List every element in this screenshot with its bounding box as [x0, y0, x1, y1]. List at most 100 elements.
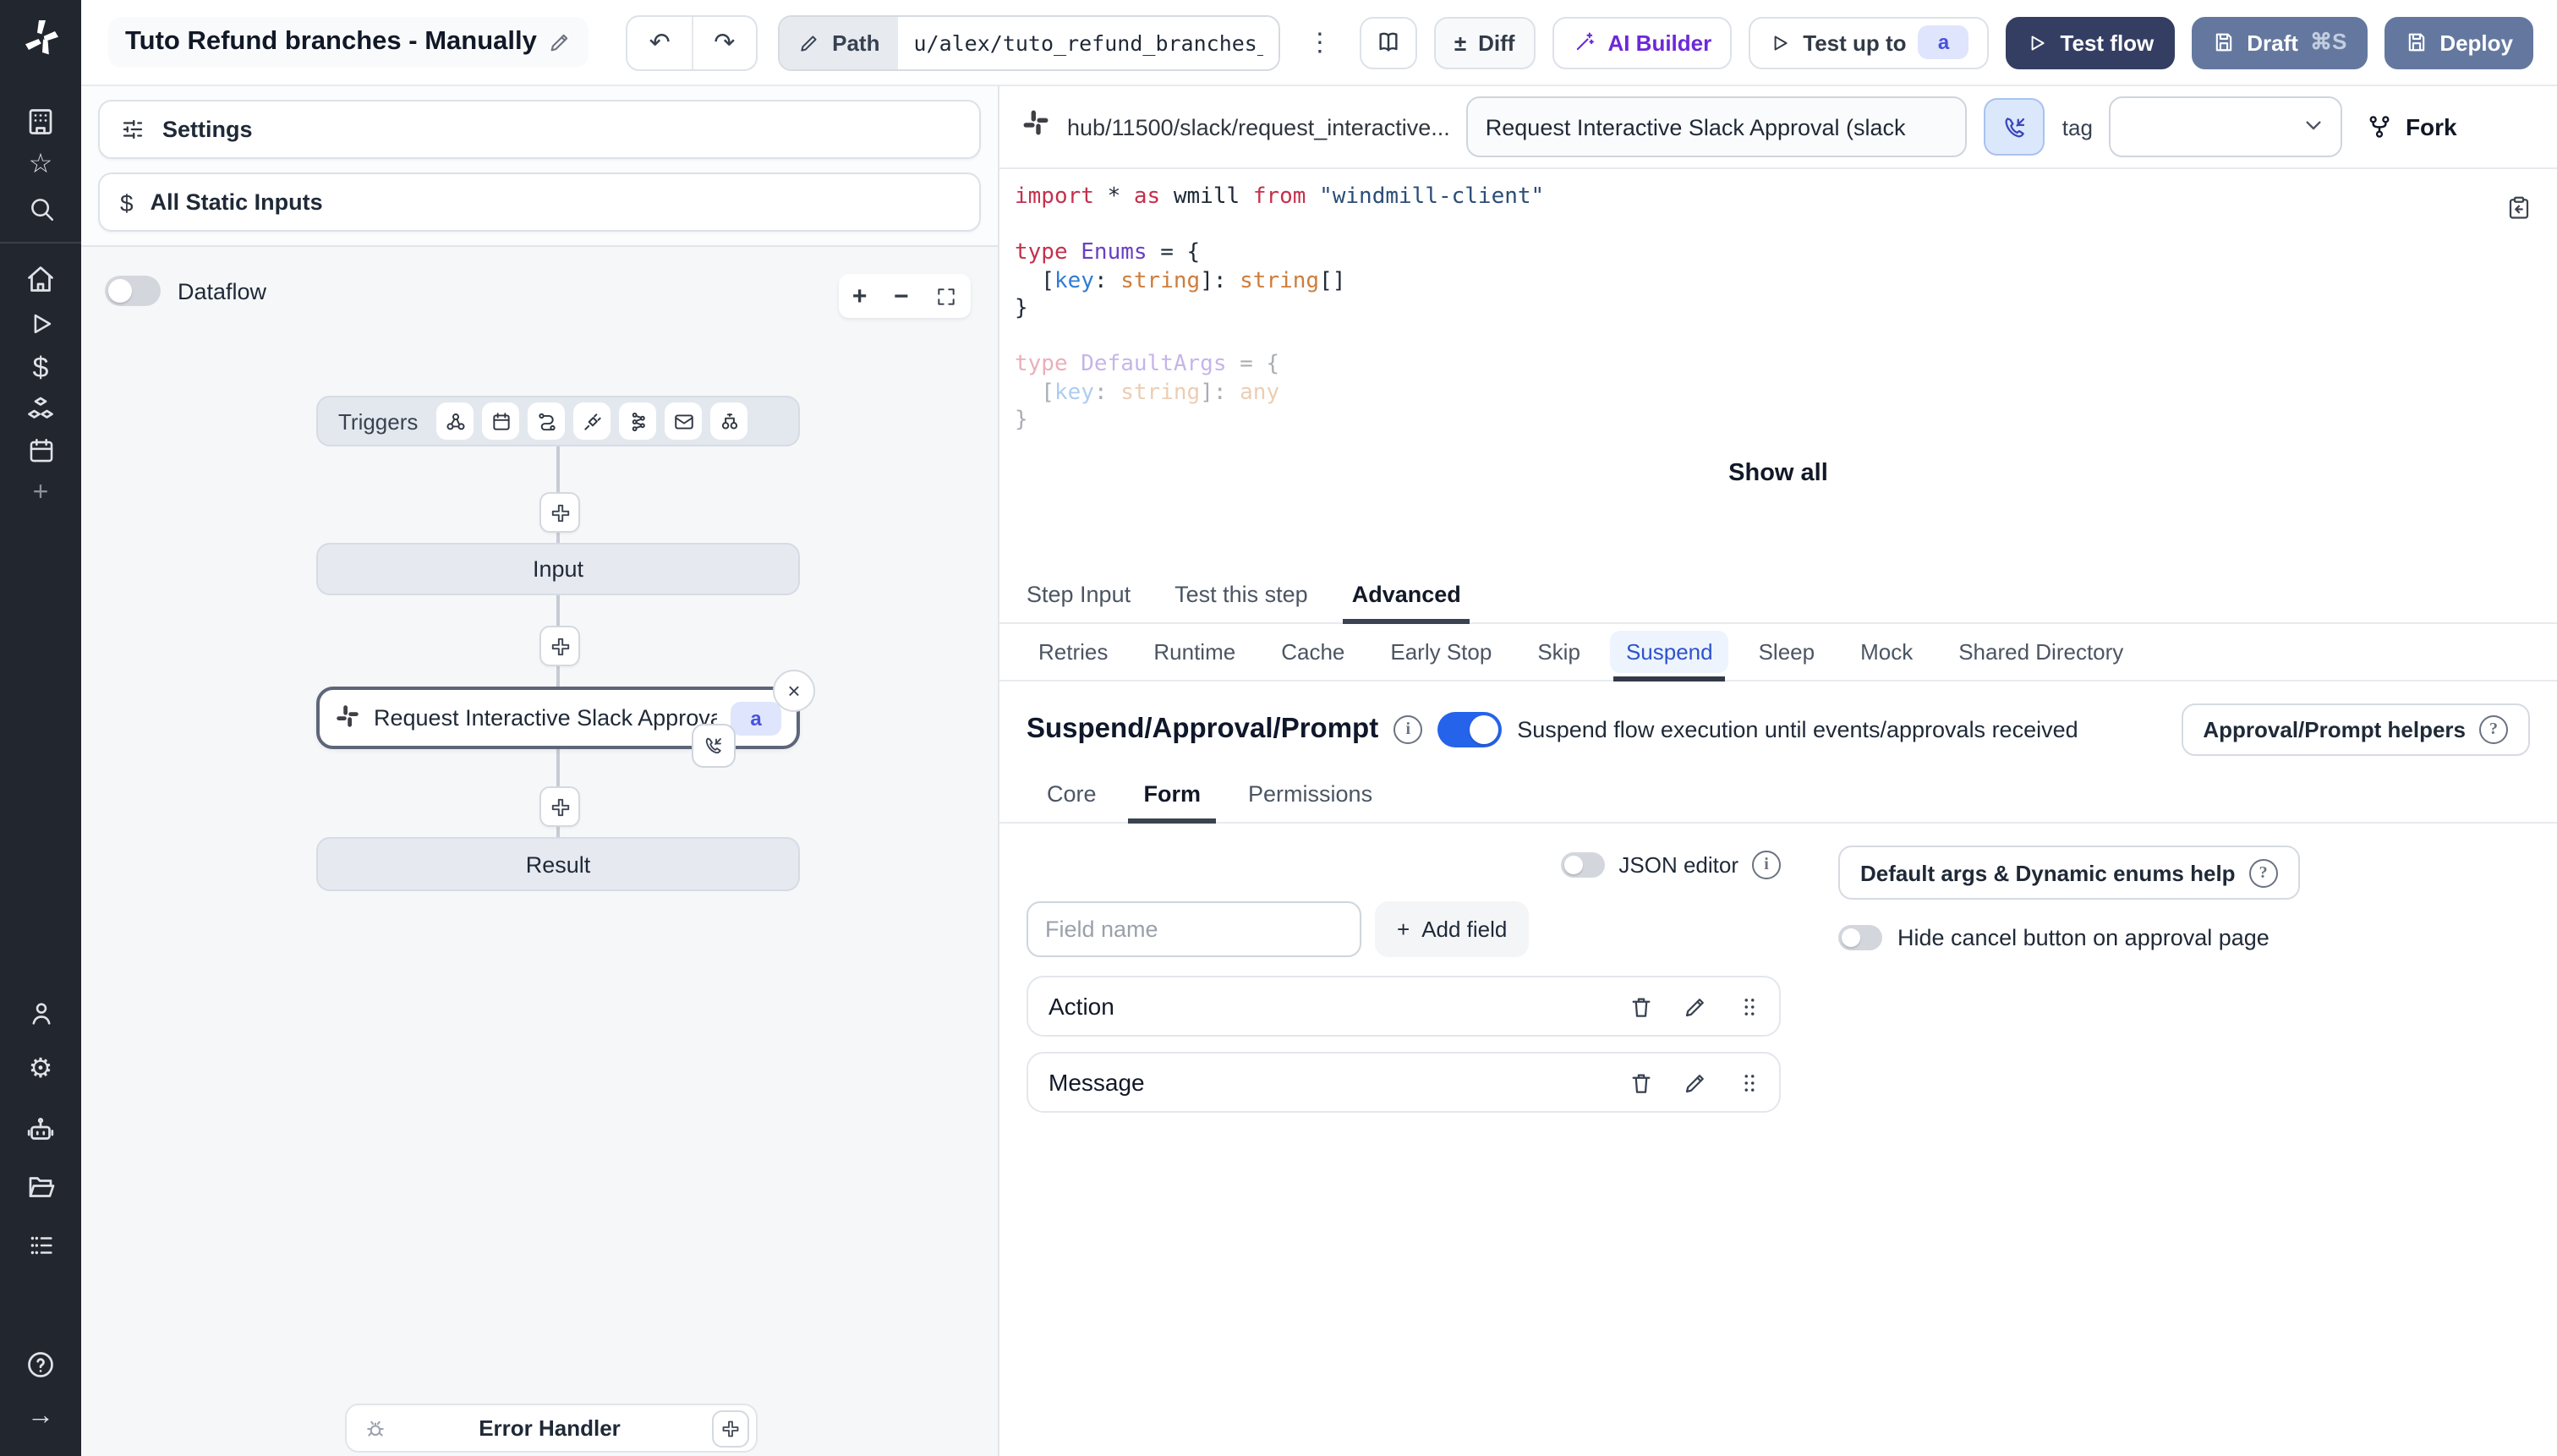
subtab-sleep[interactable]: Sleep — [1747, 624, 1827, 680]
insert-step-button[interactable] — [539, 492, 580, 533]
show-all-button[interactable]: Show all — [999, 440, 2557, 507]
suspend-phone-toggle-button[interactable] — [1984, 98, 2045, 156]
error-handler-node[interactable]: Error Handler — [345, 1404, 758, 1453]
book-icon — [1379, 32, 1398, 52]
script-hub-path[interactable]: hub/11500/slack/request_interactive... — [1067, 114, 1450, 140]
subtab-runtime[interactable]: Runtime — [1142, 624, 1247, 680]
http-route-trigger-icon[interactable] — [528, 402, 566, 440]
websocket-trigger-icon[interactable] — [573, 402, 611, 440]
subtab-suspend[interactable]: Suspend — [1610, 624, 1728, 681]
delete-field-trash-icon[interactable] — [1629, 993, 1654, 1019]
edit-title-pencil-icon[interactable] — [549, 30, 572, 54]
search-icon[interactable] — [0, 186, 81, 230]
subtab-shared-directory[interactable]: Shared Directory — [1946, 624, 2135, 680]
deploy-button[interactable]: Deploy — [2384, 16, 2533, 68]
fit-view-button[interactable] — [935, 285, 957, 307]
subtab-cache[interactable]: Cache — [1269, 624, 1356, 680]
insert-step-button[interactable] — [539, 626, 580, 666]
test-up-to-button[interactable]: Test up to a — [1749, 16, 1990, 68]
input-node[interactable]: Input — [316, 543, 800, 595]
code-editor[interactable]: import * as wmill from "windmill-client"… — [999, 169, 2557, 440]
approval-prompt-helpers-button[interactable]: Approval/Prompt helpers ? — [2181, 703, 2530, 756]
undo-button[interactable]: ↶ — [628, 16, 692, 68]
edit-field-pencil-icon[interactable] — [1683, 1070, 1708, 1095]
resources-boxes-icon[interactable] — [0, 389, 81, 433]
webhook-trigger-icon[interactable] — [436, 402, 474, 440]
kafka-trigger-icon[interactable] — [619, 402, 657, 440]
tab-core[interactable]: Core — [1027, 781, 1117, 822]
add-plus-icon[interactable]: + — [0, 472, 81, 516]
zoom-in-button[interactable]: + — [852, 282, 868, 310]
docs-book-button[interactable] — [1359, 16, 1417, 68]
drag-handle-grip-icon[interactable] — [1737, 993, 1762, 1019]
default-args-help-button[interactable]: Default args & Dynamic enums help ? — [1838, 846, 2300, 900]
info-icon[interactable]: i — [1393, 715, 1423, 744]
tab-step-input[interactable]: Step Input — [1027, 582, 1131, 622]
edit-field-pencil-icon[interactable] — [1683, 993, 1708, 1019]
tab-form[interactable]: Form — [1124, 781, 1222, 824]
step-name-input[interactable] — [1466, 96, 1968, 157]
form-field-row[interactable]: Message — [1027, 1052, 1781, 1113]
schedule-trigger-icon[interactable] — [482, 402, 520, 440]
expand-sidebar-arrow-icon[interactable]: → — [0, 1395, 81, 1439]
tag-select[interactable] — [2109, 96, 2343, 157]
field-name-input[interactable] — [1027, 901, 1361, 957]
path-chip[interactable]: Path — [780, 16, 899, 68]
path-input[interactable] — [898, 16, 1278, 68]
copy-code-icon[interactable] — [2506, 194, 2532, 220]
info-icon[interactable]: i — [1752, 850, 1781, 879]
tab-advanced[interactable]: Advanced — [1343, 582, 1469, 624]
flow-title[interactable]: Tuto Refund branches - Manually — [108, 17, 589, 68]
redo-button[interactable]: ↷ — [691, 16, 756, 68]
folders-icon[interactable] — [0, 1165, 81, 1209]
settings-gear-icon[interactable]: ⚙ — [0, 1048, 81, 1092]
windmill-logo-icon[interactable] — [20, 17, 61, 57]
add-field-button[interactable]: + Add field — [1375, 901, 1530, 957]
step-id-badge: a — [731, 701, 781, 735]
subtab-early-stop[interactable]: Early Stop — [1378, 624, 1503, 680]
help-icon[interactable] — [0, 1343, 81, 1387]
ai-builder-button[interactable]: AI Builder — [1552, 16, 1733, 68]
suspend-enable-toggle[interactable] — [1437, 712, 1503, 747]
user-icon[interactable] — [0, 991, 81, 1035]
workers-robot-icon[interactable] — [0, 1108, 81, 1152]
draft-save-button[interactable]: Draft ⌘S — [2191, 16, 2368, 68]
detail-list-icon[interactable] — [0, 1223, 81, 1267]
email-trigger-icon[interactable] — [665, 402, 703, 440]
form-field-row[interactable]: Action — [1027, 976, 1781, 1037]
result-node[interactable]: Result — [316, 837, 800, 891]
schedules-calendar-icon[interactable] — [0, 428, 81, 472]
remove-step-button[interactable]: × — [773, 670, 815, 712]
scheduled-poll-trigger-icon[interactable] — [710, 402, 748, 440]
zoom-out-button[interactable]: − — [894, 282, 909, 310]
variables-dollar-icon[interactable]: $ — [0, 345, 81, 389]
home-icon[interactable] — [0, 257, 81, 301]
add-error-handler-button[interactable] — [712, 1409, 749, 1447]
triggers-node[interactable]: Triggers — [316, 396, 800, 446]
delete-field-trash-icon[interactable] — [1629, 1070, 1654, 1095]
subtab-mock[interactable]: Mock — [1848, 624, 1925, 680]
hide-cancel-toggle[interactable] — [1838, 925, 1882, 950]
tab-test-this-step[interactable]: Test this step — [1174, 582, 1308, 622]
tab-permissions[interactable]: Permissions — [1228, 781, 1393, 822]
dataflow-toggle[interactable] — [105, 276, 161, 306]
json-editor-toggle[interactable] — [1561, 851, 1606, 877]
flow-settings-button[interactable]: Settings — [98, 100, 981, 159]
drag-handle-grip-icon[interactable] — [1737, 1070, 1762, 1095]
subtab-retries[interactable]: Retries — [1027, 624, 1120, 680]
more-options-kebab-icon[interactable]: ⋮ — [1300, 27, 1339, 57]
fork-button[interactable]: Fork — [2367, 113, 2457, 140]
approval-step-node[interactable]: Request Interactive Slack Approval (... … — [316, 670, 815, 768]
favorites-star-icon[interactable]: ☆ — [0, 144, 81, 188]
suspend-form-area: JSON editor i +Add field Action — [999, 824, 2557, 1148]
insert-step-button[interactable] — [539, 786, 580, 827]
runs-play-icon[interactable] — [0, 301, 81, 345]
diff-button[interactable]: ± Diff — [1433, 16, 1536, 68]
test-flow-button[interactable]: Test flow — [2006, 16, 2175, 68]
subtab-skip[interactable]: Skip — [1525, 624, 1592, 680]
json-editor-label: JSON editor — [1618, 851, 1738, 877]
workspace-icon[interactable] — [0, 100, 81, 144]
all-static-inputs-button[interactable]: $ All Static Inputs — [98, 172, 981, 232]
flow-canvas[interactable]: Dataflow + − Triggers Input Request Inte… — [81, 247, 998, 1456]
